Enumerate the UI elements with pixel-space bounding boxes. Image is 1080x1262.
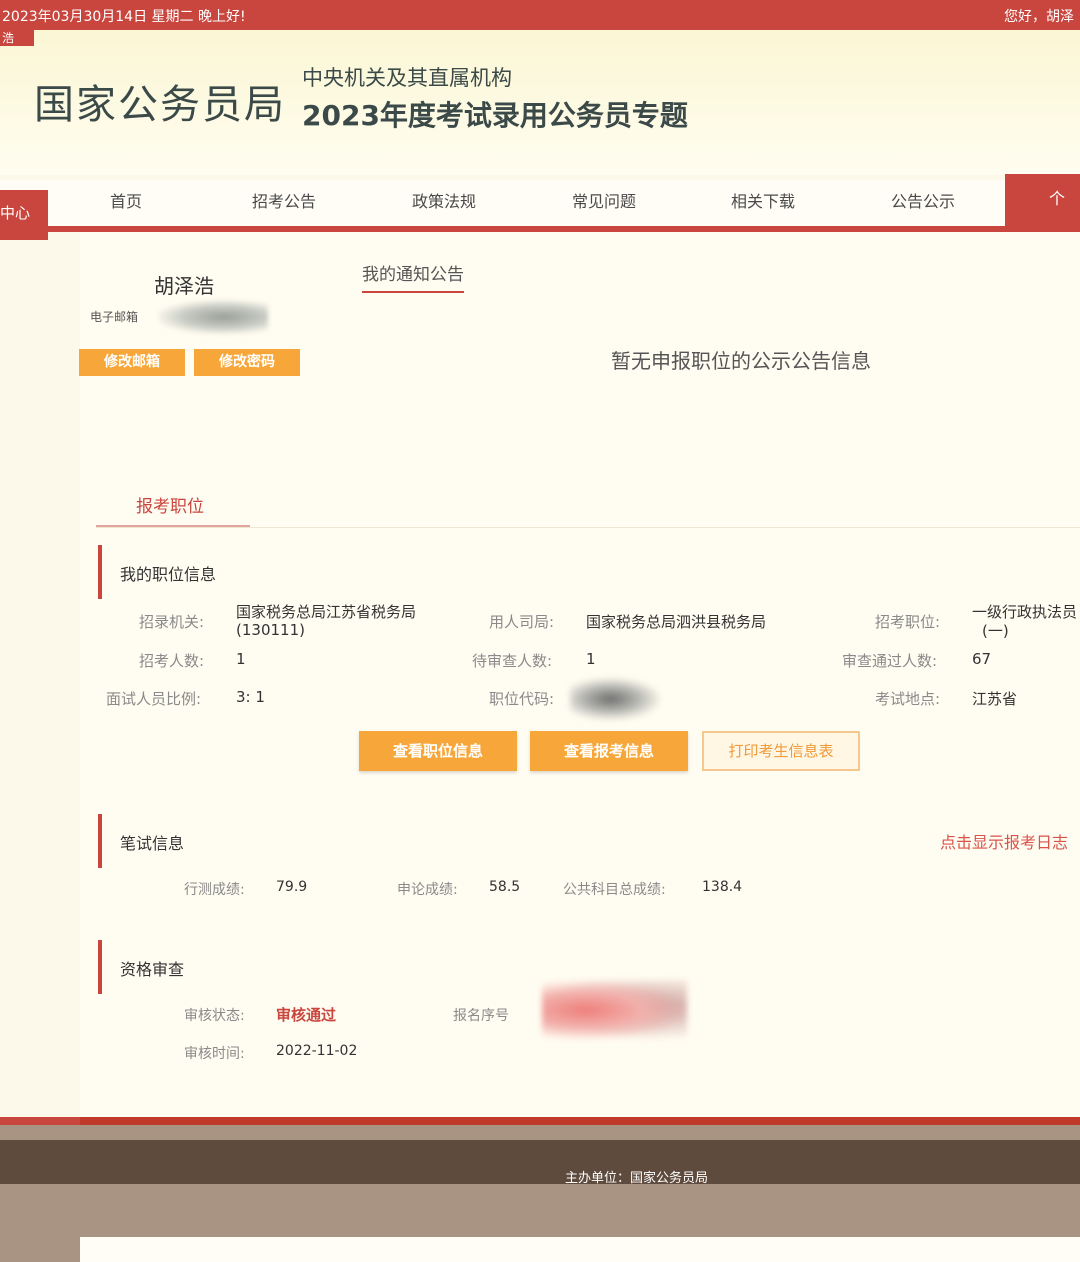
status-label: 审核状态: — [184, 1008, 245, 1024]
header-title: 2023年度考试录用公务员专题 — [302, 99, 688, 132]
top-bar: 2023年03月30月14日 星期二 晚上好! 您好，胡泽 — [0, 0, 1080, 30]
code-label: 职位代码: — [489, 690, 555, 708]
nav-item-faq[interactable]: 常见问题 — [572, 188, 636, 212]
section-divider — [96, 527, 1080, 528]
agency-value: 国家税务总局江苏省税务局 — [236, 603, 417, 621]
section-marker — [98, 940, 102, 994]
ratio-label: 面试人员比例: — [106, 690, 202, 708]
tab-my-notices[interactable]: 我的通知公告 — [362, 260, 464, 293]
nav-item-notices[interactable]: 公告公示 — [891, 188, 955, 212]
post-value-suffix: (一) — [982, 622, 1009, 640]
email-redacted — [158, 300, 268, 334]
xc-value: 79.9 — [276, 879, 308, 895]
corner-tag: 浩 — [0, 30, 34, 46]
time-label: 审核时间: — [184, 1046, 245, 1062]
employer-label: 用人司局: — [489, 613, 555, 631]
footer-band — [0, 1140, 1080, 1184]
code-redacted — [570, 678, 660, 720]
count-value: 1 — [236, 650, 246, 668]
ratio-value: 3: 1 — [236, 688, 265, 706]
view-position-button[interactable]: 查看职位信息 — [359, 731, 517, 771]
position-info-title: 我的职位信息 — [120, 565, 217, 584]
employer-value: 国家税务总局泗洪县税务局 — [586, 613, 767, 631]
empty-notice-message: 暂无申报职位的公示公告信息 — [611, 349, 871, 373]
xc-label: 行测成绩: — [184, 882, 245, 898]
total-value: 138.4 — [702, 879, 743, 895]
site-footer: 主办单位：国家公务员局 — [0, 1125, 1080, 1262]
agency-code: (130111) — [236, 621, 305, 639]
nav-item-announcements[interactable]: 招考公告 — [252, 188, 316, 212]
passed-label: 审查通过人数: — [842, 652, 938, 670]
written-test-title: 笔试信息 — [120, 834, 185, 853]
count-label: 招考人数: — [139, 652, 205, 670]
nav-tab-personal[interactable]: 个人 — [1005, 174, 1080, 258]
review-title: 资格审查 — [120, 960, 185, 979]
footer-bottom-strip — [80, 1237, 1080, 1262]
header-subtitle: 中央机关及其直属机构 — [302, 66, 512, 90]
place-value: 江苏省 — [972, 690, 1018, 708]
tab-applied-position[interactable]: 报考职位 — [136, 492, 204, 517]
serial-redacted — [542, 980, 687, 1040]
time-value: 2022-11-02 — [276, 1043, 358, 1059]
total-label: 公共科目总成绩: — [563, 882, 666, 898]
edit-password-button[interactable]: 修改密码 — [194, 349, 300, 376]
pending-label: 待审查人数: — [472, 652, 553, 670]
section-marker — [98, 545, 102, 599]
user-name: 胡泽浩 — [154, 274, 214, 298]
nav-tab-center[interactable]: 中心 — [0, 190, 48, 240]
sl-label: 申论成绩: — [397, 882, 458, 898]
edit-email-button[interactable]: 修改邮箱 — [79, 349, 185, 376]
date-text: 2023年03月30月14日 星期二 晚上好! — [2, 9, 246, 25]
post-value: 一级行政执法员 — [972, 603, 1078, 621]
sl-value: 58.5 — [489, 879, 521, 895]
email-label: 电子邮箱 — [90, 310, 139, 324]
footer-divider — [80, 1117, 1080, 1125]
print-info-button[interactable]: 打印考生信息表 — [702, 731, 860, 771]
footer-sponsor: 主办单位：国家公务员局 — [565, 1171, 709, 1186]
greeting-text: 您好，胡泽 — [1004, 9, 1074, 25]
nav-item-home[interactable]: 首页 — [110, 188, 142, 212]
site-logo[interactable]: 国家公务员局 — [34, 72, 286, 130]
view-application-button[interactable]: 查看报考信息 — [530, 731, 688, 771]
nav-item-policies[interactable]: 政策法规 — [412, 188, 476, 212]
post-label: 招考职位: — [875, 613, 941, 631]
nav-item-downloads[interactable]: 相关下载 — [731, 188, 795, 212]
show-log-link[interactable]: 点击显示报考日志 — [940, 829, 1068, 853]
pending-value: 1 — [586, 650, 596, 668]
serial-label: 报名序号 — [453, 1008, 509, 1024]
status-badge: 审核通过 — [276, 1006, 337, 1024]
section-marker — [98, 814, 102, 868]
agency-label: 招录机关: — [139, 613, 205, 631]
place-label: 考试地点: — [875, 690, 941, 708]
passed-value: 67 — [972, 650, 992, 668]
